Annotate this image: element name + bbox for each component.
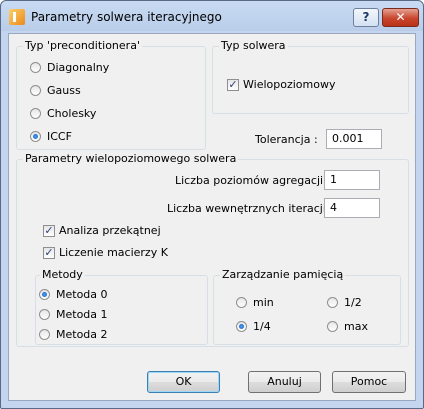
- radio-label: Metoda 2: [56, 328, 108, 341]
- radio-label: Gauss: [47, 84, 81, 97]
- ok-button[interactable]: OK: [147, 371, 220, 393]
- cancel-button[interactable]: Anuluj: [248, 371, 321, 393]
- help-title-button[interactable]: ?: [353, 8, 379, 27]
- radio-label: 1/4: [253, 320, 271, 333]
- tolerance-label: Tolerancja :: [255, 133, 318, 146]
- radio-label: Cholesky: [47, 107, 97, 120]
- checkbox-label: Wielopoziomowy: [243, 78, 336, 91]
- radio-circle[interactable]: [39, 329, 50, 340]
- radio-circle[interactable]: [236, 297, 247, 308]
- radio-metoda-0[interactable]: Metoda 0: [39, 288, 108, 301]
- dialog-content: Typ 'preconditionera' Diagonalny Gauss C…: [8, 33, 416, 401]
- radio-min[interactable]: min: [236, 296, 274, 309]
- checkbox-label: Analiza przekątnej: [59, 224, 161, 237]
- close-button[interactable]: ✕: [382, 8, 419, 27]
- radio-label: Metoda 1: [56, 308, 108, 321]
- app-icon: [9, 9, 25, 25]
- methods-group: Metody Metoda 0 Metoda 1 Metoda 2: [35, 268, 208, 345]
- tolerance-input[interactable]: 0.001: [326, 129, 382, 149]
- radio-label: min: [253, 296, 274, 309]
- dialog-window: Parametry solwera iteracyjnego ? ✕ Typ '…: [0, 0, 424, 409]
- radio-label: 1/2: [344, 296, 362, 309]
- radio-cholesky[interactable]: Cholesky: [30, 107, 96, 120]
- memory-legend: Zarządzanie pamięcią: [220, 268, 346, 281]
- radio-label: Metoda 0: [56, 288, 108, 301]
- matrix-k-checkbox[interactable]: ✓ Liczenie macierzy K: [43, 246, 168, 259]
- preconditioner-legend: Typ 'preconditionera': [23, 39, 142, 52]
- radio-circle[interactable]: [327, 297, 338, 308]
- radio-quarter[interactable]: 1/4: [236, 320, 271, 333]
- title-bar[interactable]: Parametry solwera iteracyjnego ? ✕: [1, 1, 423, 33]
- radio-circle-selected[interactable]: [236, 321, 247, 332]
- radio-label: Diagonalny: [47, 61, 110, 74]
- radio-iccf[interactable]: ICCF: [30, 130, 72, 143]
- radio-metoda-2[interactable]: Metoda 2: [39, 328, 108, 341]
- solver-type-group: Typ solwera ✓ Wielopoziomowy: [212, 39, 409, 114]
- inner-iterations-input[interactable]: 4: [324, 198, 380, 218]
- radio-half[interactable]: 1/2: [327, 296, 362, 309]
- radio-circle-selected[interactable]: [30, 131, 41, 142]
- checkbox-box[interactable]: ✓: [43, 246, 55, 259]
- radio-circle[interactable]: [30, 108, 41, 119]
- radio-metoda-1[interactable]: Metoda 1: [39, 308, 108, 321]
- checkbox-box[interactable]: ✓: [43, 224, 55, 237]
- multilevel-checkbox[interactable]: ✓ Wielopoziomowy: [227, 78, 335, 91]
- radio-circle[interactable]: [39, 309, 50, 320]
- radio-label: ICCF: [47, 130, 72, 143]
- radio-circle-selected[interactable]: [39, 289, 50, 300]
- multilevel-params-group: Parametry wielopoziomowego solwera Liczb…: [16, 152, 409, 347]
- radio-gauss[interactable]: Gauss: [30, 84, 81, 97]
- diagonal-analysis-checkbox[interactable]: ✓ Analiza przekątnej: [43, 224, 161, 237]
- methods-legend: Metody: [40, 268, 85, 281]
- radio-diagonalny[interactable]: Diagonalny: [30, 61, 109, 74]
- radio-circle[interactable]: [30, 85, 41, 96]
- radio-label: max: [344, 320, 368, 333]
- help-button[interactable]: Pomoc: [332, 371, 406, 393]
- checkbox-label: Liczenie macierzy K: [59, 246, 168, 259]
- solver-type-legend: Typ solwera: [219, 39, 288, 52]
- radio-max[interactable]: max: [327, 320, 368, 333]
- radio-circle[interactable]: [327, 321, 338, 332]
- multilevel-legend: Parametry wielopoziomowego solwera: [23, 152, 239, 165]
- aggregation-levels-label: Liczba poziomów agregacji :: [175, 174, 331, 187]
- preconditioner-group: Typ 'preconditionera' Diagonalny Gauss C…: [16, 39, 206, 150]
- inner-iterations-label: Liczba wewnętrznych iteracji :: [167, 202, 334, 215]
- aggregation-levels-input[interactable]: 1: [324, 170, 380, 190]
- checkbox-box[interactable]: ✓: [227, 78, 239, 91]
- radio-circle[interactable]: [30, 62, 41, 73]
- memory-group: Zarządzanie pamięcią min 1/2 1/4 max: [213, 268, 401, 345]
- window-title: Parametry solwera iteracyjnego: [31, 10, 222, 24]
